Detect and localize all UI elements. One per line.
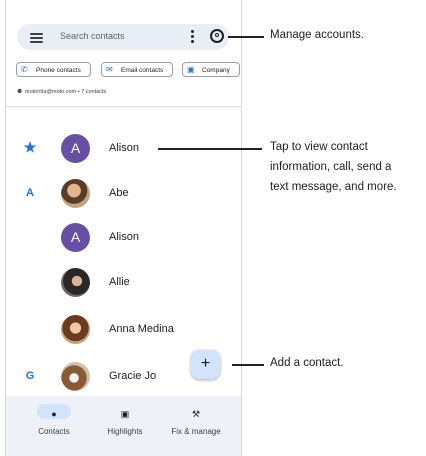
- chip-phone-contacts[interactable]: ✆ Phone contacts: [16, 62, 91, 77]
- avatar: [61, 268, 90, 297]
- account-summary-text: motorola@moto.com • 7 contacts: [25, 89, 107, 95]
- callout-add-contact: Add a contact.: [270, 357, 344, 369]
- contact-name: Anna Medina: [109, 323, 174, 335]
- email-icon: ✉: [106, 65, 113, 74]
- list-item[interactable]: Anna Medina: [6, 310, 241, 350]
- chip-company[interactable]: ▣ Company: [182, 62, 240, 77]
- person-icon: ☻: [16, 88, 24, 95]
- callout-line: [158, 148, 262, 150]
- chip-label: Company: [202, 67, 230, 74]
- callout-contact-line3: text message, and more.: [270, 181, 397, 193]
- callout-line: [232, 364, 264, 366]
- phone-icon: ✆: [21, 65, 28, 74]
- tab-fix-manage[interactable]: ⚒ Fix & manage: [161, 404, 231, 436]
- contact-name: Gracie Jo: [109, 370, 157, 382]
- account-summary: ☻ motorola@moto.com • 7 contacts: [16, 88, 106, 95]
- favorites-star-icon: ★: [23, 139, 37, 155]
- chip-email-contacts[interactable]: ✉ Email contacts: [101, 62, 173, 77]
- add-contact-button[interactable]: +: [191, 350, 220, 379]
- contact-name: Allie: [109, 276, 130, 288]
- phone-screen: Search contacts ✆ Phone contacts ✉ Email…: [5, 0, 242, 456]
- list-item[interactable]: Allie: [6, 263, 241, 303]
- tab-highlights[interactable]: ▣ Highlights: [90, 404, 160, 436]
- avatar: [61, 315, 90, 344]
- highlights-icon: ▣: [120, 409, 130, 419]
- avatar: [61, 179, 90, 208]
- contact-name: Abe: [109, 187, 129, 199]
- tab-contacts[interactable]: ● Contacts: [19, 404, 89, 436]
- callout-manage-accounts: Manage accounts.: [270, 29, 364, 41]
- person-icon: ●: [51, 409, 57, 419]
- tab-label: Contacts: [38, 427, 70, 436]
- chip-label: Phone contacts: [36, 67, 81, 74]
- search-bar[interactable]: Search contacts: [17, 24, 229, 50]
- avatar: [61, 362, 90, 391]
- avatar: A: [61, 223, 90, 252]
- tab-label: Fix & manage: [171, 427, 221, 436]
- section-letter: G: [25, 370, 35, 382]
- more-options-icon[interactable]: [191, 30, 195, 44]
- search-input[interactable]: Search contacts: [60, 31, 125, 41]
- callout-contact-line2: information, call, send a: [270, 161, 392, 173]
- company-icon: ▣: [187, 65, 195, 74]
- tab-label: Highlights: [107, 427, 143, 436]
- divider: [6, 106, 241, 107]
- chip-label: Email contacts: [121, 67, 164, 74]
- section-letter: A: [26, 187, 34, 199]
- menu-icon[interactable]: [30, 33, 43, 43]
- list-item[interactable]: A Alison: [6, 218, 241, 258]
- callout-line: [228, 36, 264, 38]
- callout-contact-line1: Tap to view contact: [270, 141, 368, 153]
- avatar: A: [61, 134, 90, 163]
- bottom-navigation: ● Contacts ▣ Highlights ⚒ Fix & manage: [6, 396, 241, 456]
- account-icon[interactable]: [210, 29, 224, 43]
- contact-name: Alison: [109, 142, 139, 154]
- contact-name: Alison: [109, 231, 139, 243]
- wrench-icon: ⚒: [191, 409, 201, 419]
- list-item[interactable]: A Abe: [6, 174, 241, 214]
